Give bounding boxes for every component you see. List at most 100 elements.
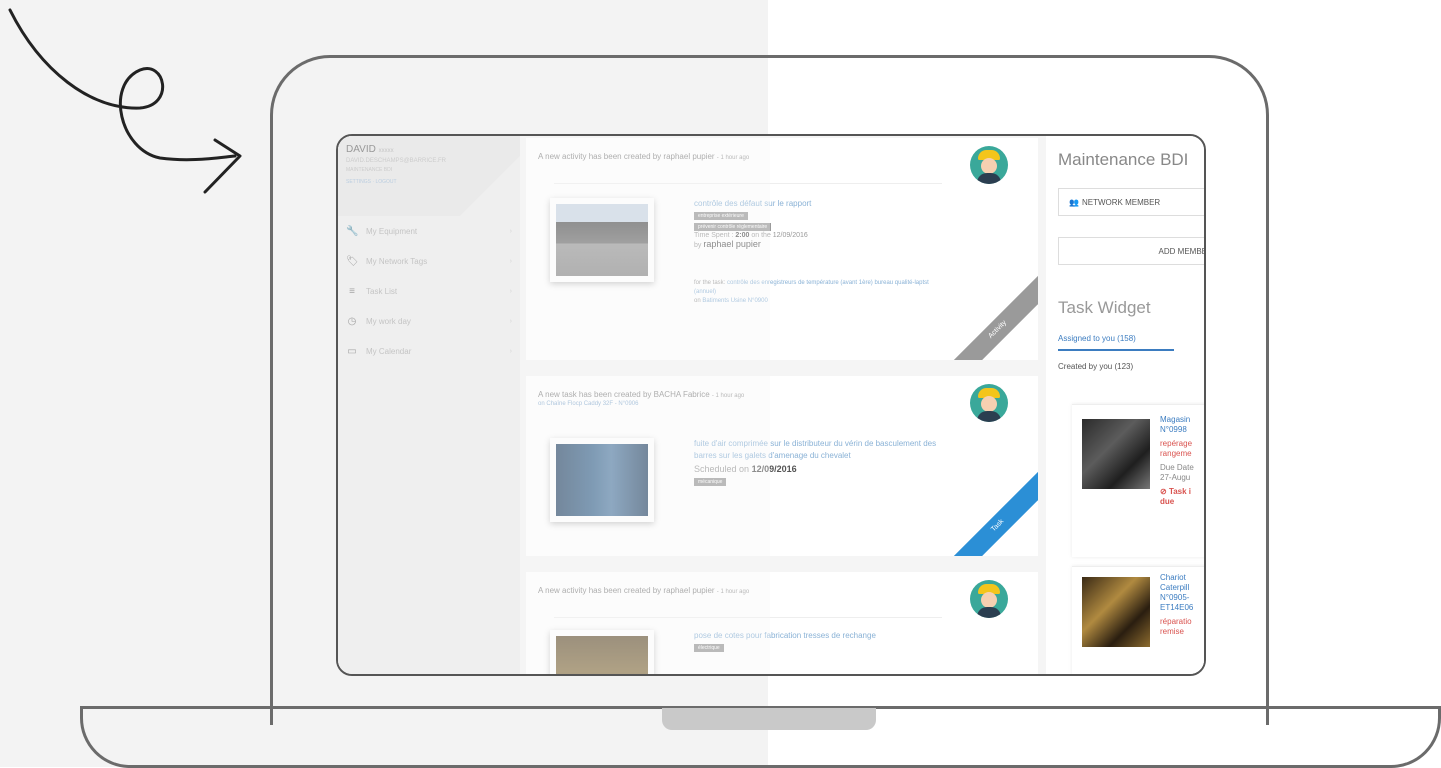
activity-ribbon-label: Activity — [950, 273, 1038, 360]
location-link[interactable]: Batiments Usine N°0900 — [702, 298, 767, 304]
task-item-line: N°0905- — [1160, 593, 1190, 602]
card-time-ago: - 1 hour ago — [711, 393, 745, 399]
sidebar-item-label: Task List — [366, 286, 398, 296]
sidebar-item-my-work-day[interactable]: ◷ My work day › — [338, 306, 520, 336]
author-name: raphael pupier — [703, 239, 761, 249]
task-item-line: ET14E06 — [1160, 603, 1194, 612]
task-item-line: Chariot — [1160, 573, 1186, 582]
task-widget-item[interactable]: Magasin N°0998 repérage rangeme Due Date… — [1072, 404, 1204, 557]
activity-title-link[interactable]: contrôle des défaut sur le rapport — [694, 198, 938, 210]
time-spent-label: Time Spent : — [694, 232, 734, 239]
task-widget-title: Task Widget — [1058, 298, 1151, 317]
add-member-label: ADD MEMBE — [1158, 246, 1204, 256]
clock-icon: ◷ — [347, 315, 357, 327]
feed-card-activity: A new activity has been created by rapha… — [526, 138, 1038, 360]
sidebar-item-my-calendar[interactable]: ▭ My Calendar › — [338, 336, 520, 366]
users-icon: 👥 — [1069, 197, 1079, 207]
equipment-link[interactable]: Chaîne Flocp Caddy 32F - N°0906 — [546, 401, 638, 407]
card-header-text: A new task has been created by BACHA Fab… — [538, 390, 710, 399]
sidebar-item-my-network-tags[interactable]: 🏷 My Network Tags › — [338, 246, 520, 276]
activity-feed: A new activity has been created by rapha… — [526, 136, 1038, 674]
time-spent-date: on the 12/09/2016 — [751, 232, 808, 239]
scheduled-date: 12/09/2016 — [751, 464, 797, 474]
task-thumbnail[interactable] — [550, 438, 654, 522]
location-reference: on Batiments Usine N°0900 — [694, 297, 938, 306]
scheduled-label: Scheduled on — [694, 464, 750, 474]
on-label: on — [538, 401, 545, 407]
tag-badge[interactable]: mécanique — [694, 478, 727, 486]
card-header: A new task has been created by BACHA Fab… — [526, 376, 1038, 407]
network-member-button[interactable]: 👥 NETWORK MEMBER — [1058, 188, 1204, 216]
tab-assigned-to-you[interactable]: Assigned to you (158) — [1058, 334, 1174, 351]
task-item-line: 27-Augu — [1160, 473, 1191, 482]
avatar — [970, 580, 1008, 618]
profile-panel: DAVID xxxxx DAVID.DESCHAMPS@BARRICE.FR M… — [338, 136, 520, 216]
avatar — [970, 146, 1008, 184]
list-icon: ≡ — [349, 285, 355, 297]
scheduled-line: Scheduled on 12/09/2016 — [694, 464, 938, 474]
activity-thumbnail[interactable] — [550, 630, 654, 674]
task-item-line: Magasin — [1160, 415, 1191, 424]
network-member-label: NETWORK MEMBER — [1081, 197, 1161, 207]
sidebar-item-my-equipment[interactable]: 🔧 My Equipment › — [338, 216, 520, 246]
card-divider — [554, 617, 942, 618]
task-item-line: N°0998 — [1160, 425, 1187, 434]
tag-badge[interactable]: entreprise extérieure — [694, 212, 748, 220]
feed-card-activity: A new activity has been created by rapha… — [526, 572, 1038, 674]
sidebar: DAVID xxxxx DAVID.DESCHAMPS@BARRICE.FR M… — [338, 136, 520, 674]
task-item-line: Caterpill — [1160, 583, 1190, 592]
avatar — [970, 384, 1008, 422]
task-item-text: Chariot Caterpill N°0905- ET14E06 répara… — [1160, 573, 1193, 637]
tab-created-by-you[interactable]: Created by you (123) — [1058, 362, 1133, 371]
card-header-text: A new activity has been created by rapha… — [538, 152, 715, 161]
activity-thumbnail[interactable] — [550, 198, 654, 282]
activity-title-link[interactable]: pose de cotes pour fabrication tresses d… — [694, 630, 938, 642]
profile-fold-decoration — [460, 156, 520, 216]
time-spent-value: 2:00 — [735, 232, 750, 239]
sidebar-item-task-list[interactable]: ≡ Task List › — [338, 276, 520, 306]
profile-name-suffix: xxxxx — [378, 148, 394, 154]
right-panel: Maintenance BDI 👥 NETWORK MEMBER ADD MEM… — [1046, 136, 1204, 674]
profile-name: DAVID xxxxx — [346, 144, 512, 155]
profile-name-text: DAVID — [346, 144, 376, 155]
card-body: contrôle des défaut sur le rapport entre… — [694, 198, 938, 306]
tag-badge[interactable]: électrique — [694, 644, 724, 652]
card-header: A new activity has been created by rapha… — [526, 138, 1038, 161]
on-label: on — [694, 298, 701, 304]
task-overdue-line: ⊘ Task i — [1160, 487, 1194, 497]
task-item-line: Due Date — [1160, 463, 1194, 472]
chevron-right-icon: › — [509, 317, 512, 325]
task-widget-item[interactable]: Chariot Caterpill N°0905- ET14E06 répara… — [1072, 566, 1204, 674]
sidebar-item-label: My work day — [366, 316, 411, 326]
author-line: by raphael pupier — [694, 239, 938, 249]
task-item-line: rangeme — [1160, 449, 1192, 458]
laptop-notch — [662, 708, 876, 730]
task-item-line: réparatio — [1160, 617, 1192, 626]
feed-card-task: A new task has been created by BACHA Fab… — [526, 376, 1038, 556]
task-ribbon: Task — [950, 468, 1038, 556]
network-title: Maintenance BDI — [1058, 150, 1189, 169]
card-divider — [554, 183, 942, 184]
sidebar-item-label: My Equipment — [366, 226, 418, 236]
card-header: A new activity has been created by rapha… — [526, 572, 1038, 595]
card-body: pose de cotes pour fabrication tresses d… — [694, 630, 938, 653]
task-reference: for the task: contrôle des enregistreurs… — [694, 279, 938, 297]
chevron-right-icon: › — [509, 227, 512, 235]
task-link[interactable]: contrôle des enregistreurs de températur… — [694, 280, 929, 295]
add-member-button[interactable]: ADD MEMBE — [1058, 237, 1204, 265]
warning-icon: ⊘ — [1160, 487, 1167, 496]
task-item-line: due — [1160, 497, 1175, 506]
sidebar-item-label: My Calendar — [366, 346, 412, 356]
task-item-image — [1082, 419, 1150, 489]
tags-icon: 🏷 — [346, 255, 359, 267]
tag-badge[interactable]: prévenir contrôle réglementaire — [694, 223, 772, 231]
card-header-text: A new activity has been created by rapha… — [538, 586, 715, 595]
laptop-screen: DAVID xxxxx DAVID.DESCHAMPS@BARRICE.FR M… — [336, 134, 1206, 676]
chevron-right-icon: › — [509, 287, 512, 295]
decorative-arrow-icon — [8, 8, 242, 194]
task-title-link[interactable]: fuite d'air comprimée sur le distributeu… — [694, 438, 938, 462]
calendar-icon: ▭ — [347, 345, 357, 357]
task-ribbon-label: Task — [950, 469, 1038, 556]
sidebar-item-label: My Network Tags — [366, 256, 428, 266]
task-item-line: Task i — [1168, 487, 1192, 496]
